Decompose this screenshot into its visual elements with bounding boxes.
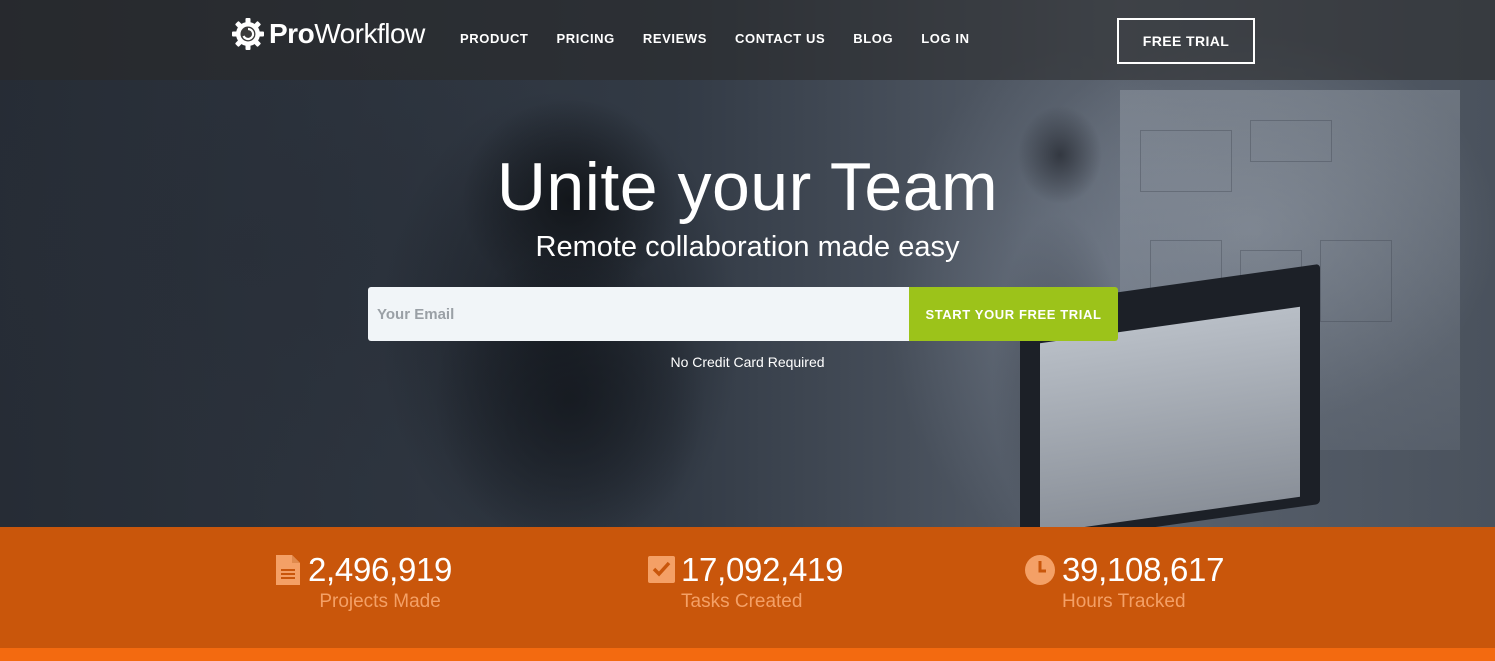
gear-logo-icon (232, 18, 264, 50)
free-trial-button[interactable]: FREE TRIAL (1117, 18, 1255, 64)
start-free-trial-button[interactable]: START YOUR FREE TRIAL (909, 287, 1118, 341)
email-input[interactable] (368, 287, 909, 341)
nav-pricing[interactable]: PRICING (556, 31, 614, 46)
stat-label: Projects Made (319, 591, 441, 612)
hero-subheadline: Remote collaboration made easy (535, 231, 960, 263)
stat-value: 17,092,419 (681, 551, 844, 588)
stats-bottom-strip (0, 648, 1495, 661)
stat-label: Hours Tracked (1062, 591, 1186, 612)
stat-label: Tasks Created (681, 591, 803, 612)
stat-tasks: 17,092,419 Tasks Created (647, 551, 843, 613)
stats-bar: 2,496,919 Projects Made 17,092,419 Tasks… (0, 527, 1495, 648)
hero-headline: Unite your Team (496, 149, 999, 225)
nav-reviews[interactable]: REVIEWS (643, 31, 707, 46)
clock-icon (1025, 555, 1055, 585)
nav-product[interactable]: PRODUCT (460, 31, 528, 46)
logo-text: ProWorkflow (269, 18, 425, 50)
stat-hours: 39,108,617 Hours Tracked (1024, 551, 1224, 613)
nav-log-in[interactable]: LOG IN (921, 31, 969, 46)
logo[interactable]: ProWorkflow (231, 17, 425, 51)
page: ProWorkflow PRODUCT PRICING REVIEWS CONT… (0, 0, 1495, 661)
stat-projects: 2,496,919 Projects Made (274, 551, 452, 613)
stat-value: 39,108,617 (1062, 551, 1225, 588)
main-nav: PRODUCT PRICING REVIEWS CONTACT US BLOG … (460, 31, 998, 46)
nav-contact-us[interactable]: CONTACT US (735, 31, 825, 46)
checkbox-icon (648, 556, 675, 583)
no-credit-card-note: No Credit Card Required (670, 354, 825, 370)
navbar: ProWorkflow PRODUCT PRICING REVIEWS CONT… (0, 0, 1495, 80)
stat-value: 2,496,919 (308, 551, 453, 588)
signup-form: START YOUR FREE TRIAL (368, 287, 1118, 341)
nav-blog[interactable]: BLOG (853, 31, 893, 46)
logo-text-regular: Workflow (314, 18, 425, 49)
document-icon (276, 555, 300, 585)
logo-text-bold: Pro (269, 18, 315, 49)
